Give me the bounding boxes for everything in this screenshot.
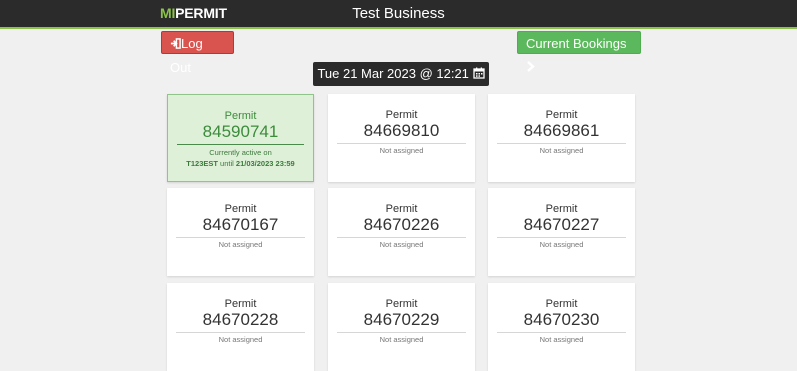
permit-label: Permit [545, 203, 578, 215]
permit-status: Not assigned [539, 335, 584, 344]
business-title: Test Business [352, 5, 445, 22]
permit-number: 84670226 [363, 215, 440, 234]
permit-card[interactable]: Permit 84669861 Not assigned [488, 94, 635, 182]
permit-number: 84669861 [523, 121, 600, 140]
permit-status: Not assigned [218, 240, 263, 249]
permit-label: Permit [545, 109, 578, 121]
permit-card[interactable]: Permit 84669810 Not assigned [328, 94, 475, 182]
permit-divider [177, 144, 304, 145]
permit-status: Not assigned [379, 146, 424, 155]
calendar-icon [472, 63, 485, 87]
date-picker[interactable]: Tue 21 Mar 2023 @ 12:21 [313, 62, 489, 86]
permit-status-prefix: Currently active on [209, 148, 272, 157]
permit-number: 84670228 [202, 310, 279, 329]
permit-until-date: 21/03/2023 23:59 [235, 159, 295, 168]
current-bookings-label: Current Bookings [526, 36, 627, 51]
permit-card[interactable]: Permit 84670227 Not assigned [488, 188, 635, 276]
permit-card[interactable]: Permit 84670167 Not assigned [167, 188, 314, 276]
current-bookings-button[interactable]: Current Bookings [517, 31, 641, 72]
permit-status: Not assigned [379, 240, 424, 249]
permit-card[interactable]: Permit 84670229 Not assigned [328, 283, 475, 371]
permit-card[interactable]: Permit 84670228 Not assigned [167, 283, 314, 371]
permit-divider [176, 332, 305, 333]
permit-status: Not assigned [539, 240, 584, 249]
permit-number: 84669810 [363, 121, 440, 140]
permit-label: Permit [224, 298, 257, 310]
logout-button[interactable]: Log Out [161, 31, 234, 75]
permit-card[interactable]: Permit 84670226 Not assigned [328, 188, 475, 276]
permit-status: Currently active on T123EST until 21/03/… [168, 147, 313, 169]
permit-card[interactable]: Permit 84590741 Currently active on T123… [167, 94, 314, 182]
permit-label: Permit [224, 110, 257, 122]
current-datetime: Tue 21 Mar 2023 @ 12:21 [317, 66, 469, 81]
permit-vrm: T123EST [186, 159, 218, 168]
permit-divider [337, 237, 466, 238]
permit-divider [497, 332, 626, 333]
permit-label: Permit [385, 298, 418, 310]
permit-label: Permit [385, 109, 418, 121]
permit-label: Permit [224, 203, 257, 215]
permit-divider [176, 237, 305, 238]
permit-divider [497, 143, 626, 144]
permit-status: Not assigned [539, 146, 584, 155]
sign-out-icon [170, 33, 181, 56]
permit-card[interactable]: Permit 84670230 Not assigned [488, 283, 635, 371]
permit-divider [337, 143, 466, 144]
permit-label: Permit [545, 298, 578, 310]
permit-number: 84670227 [523, 215, 600, 234]
chevron-right-icon [526, 56, 535, 79]
permit-divider [337, 332, 466, 333]
permit-number: 84670230 [523, 310, 600, 329]
permit-number: 84590741 [202, 122, 279, 141]
permit-status: Not assigned [379, 335, 424, 344]
permit-status: Not assigned [218, 335, 263, 344]
permit-number: 84670167 [202, 215, 279, 234]
permit-divider [497, 237, 626, 238]
permit-label: Permit [385, 203, 418, 215]
top-navbar: MIPERMIT Test Business [0, 0, 797, 29]
permit-until-word: until [220, 159, 234, 168]
permit-number: 84670229 [363, 310, 440, 329]
